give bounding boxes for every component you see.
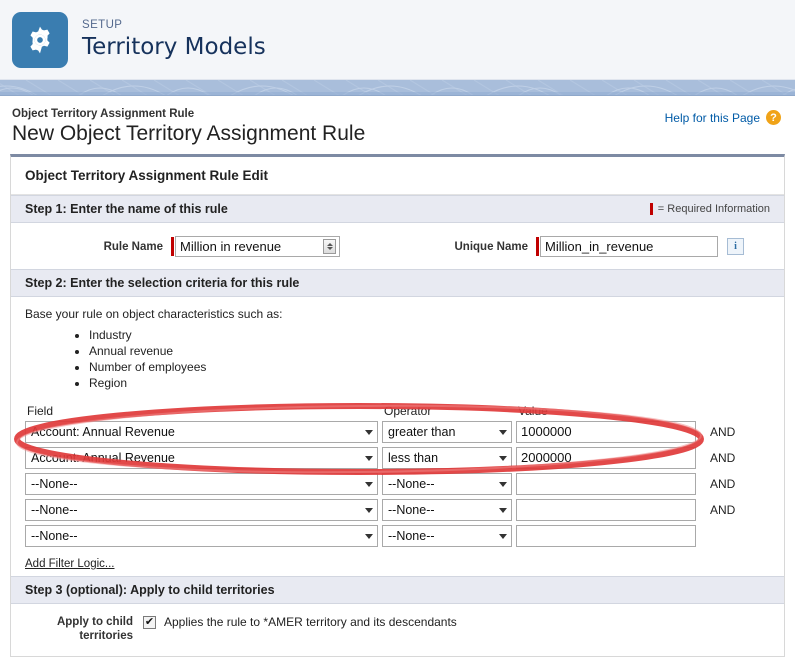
unique-name-label: Unique Name [454,240,529,253]
operator-select[interactable]: --None-- [382,472,512,495]
column-header-value: Value [518,403,548,418]
column-header-operator: Operator [384,403,432,418]
operator-select[interactable]: --None-- [382,498,512,521]
chevron-down-icon [365,507,373,513]
page-header: Object Territory Assignment Rule New Obj… [10,96,785,154]
field-select-value: --None-- [31,502,78,517]
operator-select[interactable]: --None-- [382,524,512,547]
required-legend: = Required Information [649,203,770,215]
unique-name-input[interactable] [540,236,718,257]
rule-name-required-marker [171,237,174,256]
value-input[interactable] [516,446,696,469]
chevron-down-icon [365,455,373,461]
rule-name-input[interactable] [175,236,340,257]
criteria-header-row: Field Operator Value [25,404,739,421]
chevron-down-icon [365,533,373,539]
field-select[interactable]: --None-- [25,498,378,521]
value-input[interactable] [516,472,696,495]
help-question-icon[interactable]: ? [766,110,781,125]
value-input[interactable] [516,498,696,521]
criteria-table: Field Operator Value Account: Annual Rev… [25,404,739,551]
operator-select-value: less than [388,450,439,465]
operator-select[interactable]: greater than [382,420,512,443]
conjunction-label: AND [710,424,736,439]
step2-header: Step 2: Enter the selection criteria for… [11,269,784,297]
step1-header: Step 1: Enter the name of this rule = Re… [11,195,784,223]
conjunction-label [700,529,710,543]
step3-header-label: Step 3 (optional): Apply to child territ… [25,582,275,597]
chevron-down-icon [499,533,507,539]
list-item: Industry [89,328,770,344]
value-input[interactable] [516,420,696,443]
decorative-texture-band [0,80,795,96]
apply-to-child-territories-label: Apply to child territories [56,615,133,643]
list-item: Number of employees [89,360,770,376]
table-row: Account: Annual Revenue greater than AND [25,420,739,447]
operator-select-value: --None-- [388,528,435,543]
step1-body: Rule Name Unique Name i [11,223,784,269]
table-row: --None-- --None-- AND [25,472,739,499]
field-select[interactable]: --None-- [25,472,378,495]
field-select-value: Account: Annual Revenue [31,450,175,465]
list-item: Region [89,376,770,392]
field-select-value: Account: Annual Revenue [31,424,175,439]
help-for-this-page[interactable]: Help for this Page ? [665,110,781,125]
field-select[interactable]: --None-- [25,524,378,547]
operator-select-value: greater than [388,424,456,439]
setup-header: SETUP Territory Models [0,0,795,80]
step3-body: Apply to child territories ✔ Applies the… [11,604,784,656]
setup-eyebrow: SETUP [82,18,123,31]
conjunction-label: AND [710,450,736,465]
info-icon[interactable]: i [727,238,744,255]
table-row: --None-- --None-- [25,524,739,551]
operator-select-value: --None-- [388,476,435,491]
step2-header-label: Step 2: Enter the selection criteria for… [25,276,300,290]
apply-to-child-territories-text: Applies the rule to *AMER territory and … [164,614,457,629]
value-input[interactable] [516,524,696,547]
field-select-value: --None-- [31,528,78,543]
conjunction-label: AND [710,502,736,517]
step3-header: Step 3 (optional): Apply to child territ… [11,575,784,604]
add-filter-logic-link[interactable]: Add Filter Logic... [25,558,114,570]
list-item: Annual revenue [89,344,770,360]
card-title: Object Territory Assignment Rule Edit [11,157,784,195]
criteria-table-wrap: Field Operator Value Account: Annual Rev… [25,404,770,570]
operator-select-value: --None-- [388,502,435,517]
table-row: --None-- --None-- AND [25,498,739,525]
unique-name-group: Unique Name i [428,236,744,257]
step1-header-label: Step 1: Enter the name of this rule [25,202,228,216]
page-title: New Object Territory Assignment Rule [12,122,366,145]
conjunction-label: AND [710,476,736,491]
chevron-down-icon [499,429,507,435]
step2-body: Base your rule on object characteristics… [11,297,784,576]
rule-name-stepper-icon[interactable] [323,239,336,254]
apply-to-child-territories-checkbox[interactable]: ✔ [143,615,156,629]
chevron-down-icon [499,455,507,461]
chevron-down-icon [365,429,373,435]
table-row: Account: Annual Revenue less than AND [25,446,739,473]
characteristics-list: Industry Annual revenue Number of employ… [25,328,770,392]
rule-name-group: Rule Name [11,236,340,257]
field-select[interactable]: Account: Annual Revenue [25,420,378,443]
step2-lead-text: Base your rule on object characteristics… [25,307,283,321]
chevron-down-icon [365,481,373,487]
field-select[interactable]: Account: Annual Revenue [25,446,378,469]
setup-page-title: Territory Models [82,34,266,61]
required-bar-icon [649,203,653,215]
operator-select[interactable]: less than [382,446,512,469]
gear-icon [12,11,68,68]
rule-edit-card: Object Territory Assignment Rule Edit St… [10,154,785,657]
rule-name-label: Rule Name [103,240,163,253]
field-select-value: --None-- [31,476,78,491]
chevron-down-icon [499,481,507,487]
chevron-down-icon [499,507,507,513]
required-legend-text: = Required Information [657,203,770,215]
help-link-text[interactable]: Help for this Page [665,111,760,125]
unique-name-required-marker [536,237,539,256]
column-header-field: Field [27,403,54,418]
